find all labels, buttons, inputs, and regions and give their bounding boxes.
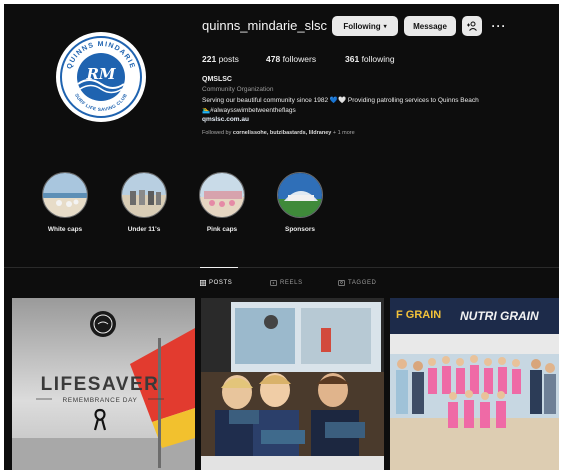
followed-by-prefix: Followed by <box>202 130 232 136</box>
following-button-label: Following <box>343 21 381 31</box>
banner-left-text: F GRAIN <box>396 309 441 321</box>
post-image: F GRAIN NUTRI GRAIN <box>390 298 559 470</box>
tab-reels[interactable]: REELS <box>270 280 303 286</box>
following-stat[interactable]: 361 following <box>345 54 395 64</box>
followed-by-names: cornelissohe, butzibastards, lildraney <box>232 130 332 136</box>
bio-category: Community Organization <box>202 86 274 93</box>
message-button[interactable]: Message <box>404 16 456 36</box>
active-tab-indicator <box>200 267 238 268</box>
tab-label: TAGGED <box>348 280 377 286</box>
highlight-label: Sponsors <box>285 226 315 233</box>
bio-line-2: 🏊‍♂️#alwaysswimbetweentheflags <box>202 107 296 114</box>
profile-page: RM QUINNS MINDARIE SURF LIFE SAVING CLUB… <box>4 4 559 470</box>
followed-by-text[interactable]: Followed by cornelissohe, butzibastards,… <box>202 130 355 136</box>
posts-label: posts <box>218 54 239 64</box>
followers-count: 478 <box>266 54 281 64</box>
highlight-thumbnail <box>278 173 322 217</box>
followers-stat[interactable]: 478 followers <box>266 54 316 64</box>
reels-icon <box>270 280 277 286</box>
post-title: LIFESAVER <box>41 374 160 395</box>
tab-label: REELS <box>280 280 303 286</box>
bio-line-1: Serving our beautiful community since 19… <box>202 97 479 104</box>
highlight-label: White caps <box>47 226 83 233</box>
tagged-icon <box>338 280 345 286</box>
add-user-button[interactable] <box>462 16 482 36</box>
bio-name: QMSLSC <box>202 76 232 83</box>
post-tile-lifesaver[interactable]: LIFESAVER REMEMBRANCE DAY <box>12 298 195 470</box>
tab-posts[interactable]: POSTS <box>200 280 232 286</box>
highlight-label: Pink caps <box>206 226 238 233</box>
following-count: 361 <box>345 54 360 64</box>
tab-tagged[interactable]: TAGGED <box>338 280 377 286</box>
followed-by-suffix: + 1 more <box>332 130 355 136</box>
highlight-pink-caps[interactable] <box>199 172 245 218</box>
following-button[interactable]: Following ▾ <box>332 16 398 36</box>
tabs-divider <box>4 267 559 268</box>
highlight-thumbnail <box>200 173 244 217</box>
more-options-button[interactable]: ··· <box>488 16 510 36</box>
posts-stat: 221 posts <box>202 54 239 64</box>
highlight-thumbnail <box>122 173 166 217</box>
logo-initials: RM <box>85 65 115 83</box>
chevron-down-icon: ▾ <box>383 23 387 30</box>
highlight-thumbnail <box>43 173 87 217</box>
add-user-icon <box>467 21 477 31</box>
post-subtitle: REMEMBRANCE DAY <box>63 397 138 404</box>
highlight-white-caps[interactable] <box>42 172 88 218</box>
followers-label: followers <box>282 54 317 64</box>
highlight-label: Under 11's <box>127 226 161 233</box>
bio-website-link[interactable]: qmslsc.com.au <box>202 116 249 123</box>
highlight-under-11s[interactable] <box>121 172 167 218</box>
post-image: LIFESAVER REMEMBRANCE DAY <box>12 298 195 470</box>
username: quinns_mindarie_slsc <box>202 18 328 33</box>
post-tile-kids-photo[interactable] <box>201 298 384 470</box>
highlight-sponsors[interactable] <box>277 172 323 218</box>
post-tile-team-photo[interactable]: F GRAIN NUTRI GRAIN <box>390 298 559 470</box>
banner-right-text: NUTRI GRAIN <box>460 309 539 323</box>
club-logo: RM QUINNS MINDARIE SURF LIFE SAVING CLUB <box>59 35 143 119</box>
tab-label: POSTS <box>209 280 233 286</box>
profile-avatar[interactable]: RM QUINNS MINDARIE SURF LIFE SAVING CLUB <box>56 32 146 122</box>
post-image <box>201 298 384 470</box>
grid-icon <box>200 280 206 286</box>
following-label: following <box>361 54 395 64</box>
posts-count: 221 <box>202 54 217 64</box>
